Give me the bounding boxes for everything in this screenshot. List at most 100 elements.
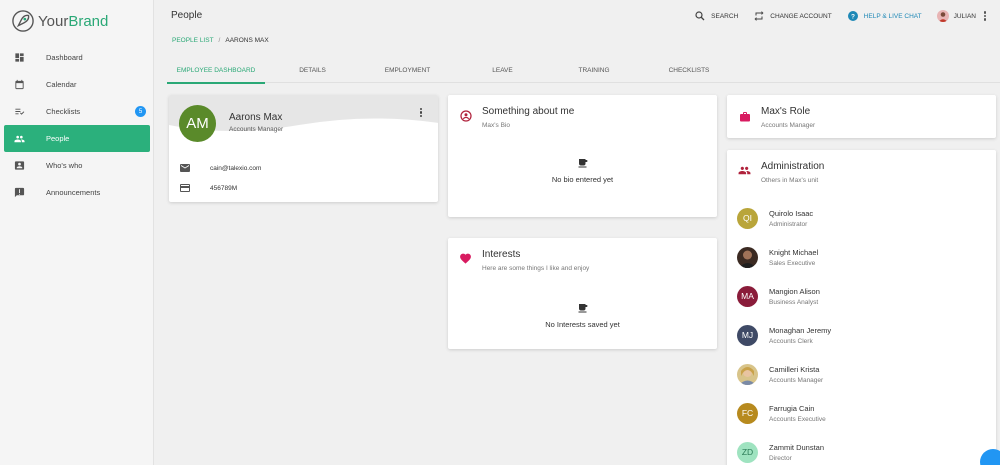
sidebar-item-people[interactable]: People xyxy=(4,125,150,152)
interests-title: Interests xyxy=(482,249,521,260)
member-name: Quirolo Isaac xyxy=(769,208,814,218)
administration-subtitle: Others in Max's unit xyxy=(761,177,819,184)
member-photo-avatar xyxy=(737,363,758,385)
interests-empty-state: No Interests saved yet xyxy=(448,302,717,329)
member-name: Mangion Alison xyxy=(769,286,820,296)
tab-leave[interactable]: LEAVE xyxy=(455,57,550,83)
member-avatar: MA xyxy=(737,285,758,307)
role-card: Max's Role Accounts Manager xyxy=(727,95,996,138)
profile-role: Accounts Manager xyxy=(229,126,284,133)
profile-email-row: cain@talexio.com xyxy=(179,161,261,175)
member-role: Business Analyst xyxy=(769,298,819,306)
brand-logo[interactable]: YourBrand xyxy=(12,9,108,33)
member-role: Sales Executive xyxy=(769,259,816,267)
heart-icon xyxy=(459,252,472,265)
more-vert-icon[interactable] xyxy=(982,10,988,21)
member-role: Accounts Manager xyxy=(769,376,824,384)
bio-subtitle: Max's Bio xyxy=(482,122,510,129)
group-icon xyxy=(738,164,751,177)
member-role: Administrator xyxy=(769,220,808,228)
swap-icon xyxy=(753,10,765,22)
list-item[interactable]: MA Mangion Alison Business Analyst xyxy=(737,285,820,307)
role-title: Max's Role xyxy=(761,106,811,117)
member-avatar: MJ xyxy=(737,324,758,346)
member-role: Accounts Executive xyxy=(769,415,826,423)
email-icon xyxy=(179,162,191,174)
calendar-icon xyxy=(14,79,25,90)
bio-empty-text: No bio entered yet xyxy=(551,175,614,184)
profile-card-number: 456789M xyxy=(210,184,238,192)
help-live-chat-button[interactable]: ? HELP & LIVE CHAT xyxy=(847,10,922,22)
bio-empty-state: No bio entered yet xyxy=(448,157,717,184)
person-pin-icon xyxy=(459,109,472,122)
search-label: SEARCH xyxy=(711,12,739,20)
sidebar-item-label: Dashboard xyxy=(46,53,83,62)
help-icon: ? xyxy=(847,10,859,22)
profile-card: AM Aarons Max Accounts Manager cain@tale… xyxy=(169,95,438,202)
sidebar: YourBrand Dashboard Calendar Checklists … xyxy=(0,0,154,465)
interests-empty-text: No Interests saved yet xyxy=(545,320,620,329)
sidebar-item-announcements[interactable]: Announcements xyxy=(4,179,150,206)
list-item[interactable]: QI Quirolo Isaac Administrator xyxy=(737,207,813,229)
sidebar-item-dashboard[interactable]: Dashboard xyxy=(4,44,150,71)
member-name: Knight Michael xyxy=(769,247,819,257)
list-item[interactable]: ZD Zammit Dunstan Director xyxy=(737,441,824,463)
breadcrumb-separator: / xyxy=(218,37,221,44)
member-role: Accounts Clerk xyxy=(769,337,813,345)
people-icon xyxy=(14,133,25,144)
announcement-icon xyxy=(14,187,25,198)
list-item[interactable]: Knight Michael Sales Executive xyxy=(737,246,818,268)
breadcrumb: PEOPLE LIST / AARONS MAX xyxy=(172,37,269,44)
search-icon xyxy=(694,10,706,22)
sidebar-item-label: Announcements xyxy=(46,188,101,197)
member-role: Director xyxy=(769,454,792,462)
member-name: Monaghan Jeremy xyxy=(769,325,832,335)
tab-employee-dashboard[interactable]: EMPLOYEE DASHBOARD xyxy=(167,57,265,84)
profile-card-number-row: 456789M xyxy=(179,181,237,195)
sidebar-item-calendar[interactable]: Calendar xyxy=(4,71,150,98)
member-avatar: QI xyxy=(737,207,758,229)
list-item[interactable]: FC Farrugia Cain Accounts Executive xyxy=(737,402,826,424)
sidebar-item-whos-who[interactable]: Who's who xyxy=(4,152,150,179)
member-photo-avatar xyxy=(737,246,758,268)
change-account-button[interactable]: CHANGE ACCOUNT xyxy=(753,10,832,22)
breadcrumb-current: AARONS MAX xyxy=(225,37,269,44)
profile-avatar: AM xyxy=(179,105,216,142)
top-bar: People SEARCH CHANGE ACCOUNT ? HELP & LI… xyxy=(155,0,1000,32)
user-menu[interactable]: JULIAN xyxy=(936,10,988,22)
administration-title: Administration xyxy=(761,161,825,172)
list-item[interactable]: MJ Monaghan Jeremy Accounts Clerk xyxy=(737,324,831,346)
tab-details[interactable]: DETAILS xyxy=(265,57,360,83)
sidebar-item-checklists[interactable]: Checklists 5 xyxy=(4,98,150,125)
search-button[interactable]: SEARCH xyxy=(694,10,738,22)
tab-bar: EMPLOYEE DASHBOARD DETAILS EMPLOYMENT LE… xyxy=(167,57,1000,84)
profile-name: Aarons Max xyxy=(229,112,283,123)
svg-text:?: ? xyxy=(851,13,855,20)
bio-title: Something about me xyxy=(482,106,575,117)
top-actions: SEARCH CHANGE ACCOUNT ? HELP & LIVE CHAT… xyxy=(679,8,988,24)
tab-employment[interactable]: EMPLOYMENT xyxy=(360,57,455,83)
list-item[interactable]: Camilleri Krista Accounts Manager xyxy=(737,363,823,385)
sidebar-item-label: Who's who xyxy=(46,161,83,170)
sidebar-nav: Dashboard Calendar Checklists 5 People W… xyxy=(4,44,150,206)
interests-card: Interests Here are some things I like an… xyxy=(448,238,717,349)
interests-subtitle: Here are some things I like and enjoy xyxy=(482,265,590,272)
member-name: Farrugia Cain xyxy=(769,403,815,413)
dashboard-icon xyxy=(14,52,25,63)
profile-email[interactable]: cain@talexio.com xyxy=(210,165,261,172)
checklists-count-badge: 5 xyxy=(135,106,146,117)
sidebar-item-label: Calendar xyxy=(46,80,77,89)
administration-card: Administration Others in Max's unit QI Q… xyxy=(727,150,996,465)
member-avatar: FC xyxy=(737,402,758,424)
tab-checklists[interactable]: CHECKLISTS xyxy=(638,57,740,83)
change-account-label: CHANGE ACCOUNT xyxy=(770,12,832,20)
rocket-logo-icon xyxy=(12,10,34,32)
brand-name: YourBrand xyxy=(38,12,109,30)
profile-more-icon[interactable] xyxy=(418,107,424,118)
contact-card-icon xyxy=(14,160,25,171)
credit-card-icon xyxy=(179,182,191,194)
page-title: People xyxy=(171,10,203,21)
tab-training[interactable]: TRAINING xyxy=(550,57,638,83)
breadcrumb-people-list-link[interactable]: PEOPLE LIST xyxy=(172,37,214,44)
checklist-icon xyxy=(14,106,25,117)
